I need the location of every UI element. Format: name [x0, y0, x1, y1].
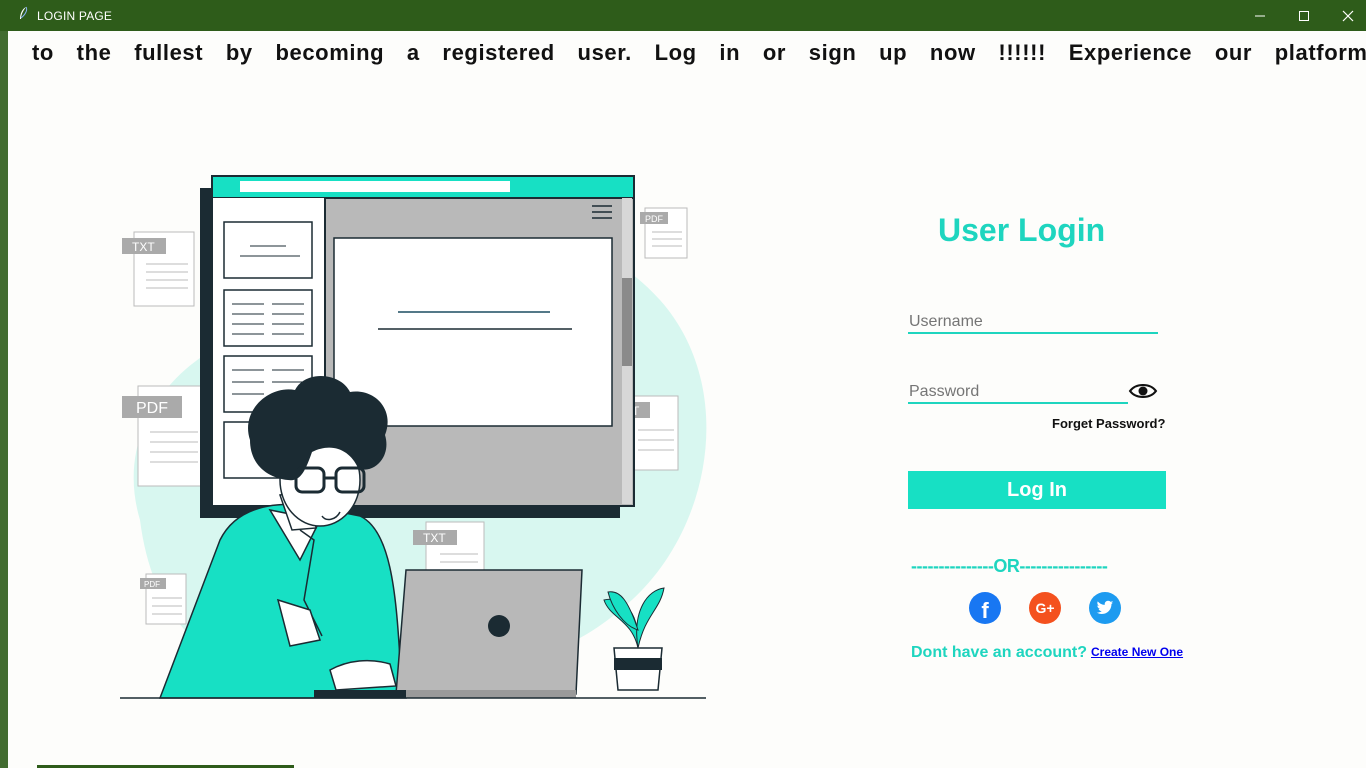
title-bar: LOGIN PAGE: [0, 0, 1366, 31]
twitter-login-button[interactable]: [1089, 592, 1121, 624]
password-underline: [908, 402, 1128, 404]
minimize-button[interactable]: [1238, 0, 1282, 31]
txt-file-icon: TXT: [122, 231, 195, 307]
svg-text:TXT: TXT: [132, 240, 155, 254]
close-icon: [1342, 10, 1354, 21]
google-plus-icon: G+: [1035, 600, 1055, 616]
login-window: LOGIN PAGE to the fullest by becoming a …: [0, 0, 1366, 768]
pdf-file-icon: PDF: [140, 573, 187, 625]
twitter-icon: [1096, 600, 1114, 614]
svg-text:PDF: PDF: [136, 400, 168, 417]
facebook-login-button[interactable]: f: [969, 592, 1001, 624]
marquee-text: to the fullest by becoming a registered …: [32, 40, 1366, 65]
window-left-edge: [0, 31, 8, 768]
create-account-link[interactable]: Create New One: [1091, 645, 1183, 659]
pdf-file-icon: PDF: [640, 207, 688, 259]
username-field[interactable]: [909, 312, 1157, 332]
svg-text:TXT: TXT: [423, 531, 446, 545]
window-title: LOGIN PAGE: [37, 9, 113, 23]
forget-password-link[interactable]: Forget Password?: [1052, 416, 1165, 431]
svg-text:PDF: PDF: [144, 580, 160, 589]
maximize-icon: [1299, 10, 1309, 21]
username-underline: [908, 332, 1158, 334]
close-button[interactable]: [1326, 0, 1366, 31]
facebook-icon: f: [981, 598, 989, 623]
show-password-eye-icon[interactable]: [1128, 380, 1158, 402]
google-login-button[interactable]: G+: [1029, 592, 1061, 624]
login-illustration: TXT PDF PDF TXT PDF T: [120, 175, 707, 699]
password-field[interactable]: [909, 382, 1124, 402]
svg-text:PDF: PDF: [645, 214, 664, 224]
no-account-text: Dont have an account?: [911, 644, 1088, 661]
login-title: User Login: [938, 212, 1106, 248]
login-button[interactable]: Log In: [908, 471, 1166, 509]
feather-icon: [20, 6, 28, 19]
or-divider: ---------------OR----------------: [911, 556, 1108, 576]
minimize-icon: [1255, 15, 1265, 16]
maximize-button[interactable]: [1282, 0, 1326, 31]
